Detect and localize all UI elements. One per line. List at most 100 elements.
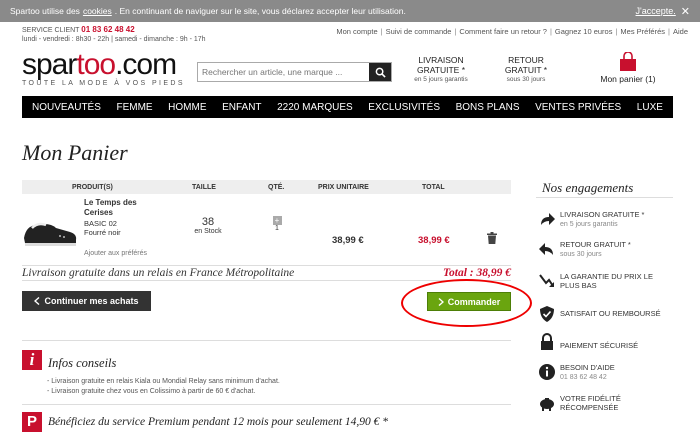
engagement-delivery[interactable]: LIVRAISON GRATUITE * en 5 jours garantis	[538, 210, 672, 229]
stock-status: en Stock	[194, 228, 222, 235]
service-phone: 01 83 62 48 42	[81, 25, 135, 34]
info-circle-icon	[539, 364, 555, 380]
search-button[interactable]	[369, 63, 391, 81]
divider	[22, 404, 511, 405]
table-row: Le Temps des Cerises BASIC 02 Fourré noi…	[22, 194, 511, 269]
engagement-delivery-sub: en 5 jours garantis	[560, 221, 618, 228]
search-input[interactable]	[198, 63, 369, 81]
line-total: 38,99 €	[418, 235, 450, 246]
cookie-text-after: . En continuant de naviguer sur le site,…	[114, 6, 406, 16]
plus-icon[interactable]: +	[272, 216, 282, 225]
add-favorites-link[interactable]: Ajouter aux préférés	[84, 250, 147, 257]
product-color: Fourré noir	[84, 228, 121, 237]
engagement-return[interactable]: RETOUR GRATUIT * sous 30 jours	[538, 240, 672, 259]
logo-part-2: too	[76, 48, 116, 81]
delivery-note: Livraison gratuite dans un relais en Fra…	[22, 267, 295, 279]
premium-title[interactable]: Bénéficiez du service Premium pendant 12…	[48, 416, 388, 428]
engagement-price-text: LA GARANTIE DU PRIX LE PLUS BAS	[560, 272, 653, 290]
service-hours: lundi - vendredi : 8h30 - 22h | samedi -…	[22, 36, 206, 43]
toplink-help[interactable]: Aide	[673, 27, 688, 36]
header-unit-price: PRIX UNITAIRE	[318, 183, 369, 191]
info-line-2: - Livraison gratuite chez vous en Coliss…	[47, 388, 256, 395]
engagement-delivery-text: LIVRAISON GRATUITE *	[560, 210, 645, 219]
promo-return[interactable]: RETOUR GRATUIT * sous 30 jours	[495, 55, 557, 85]
arrow-left-icon	[539, 243, 553, 255]
trash-icon[interactable]	[487, 232, 497, 246]
top-links: Mon compte | Suivi de commande | Comment f…	[336, 27, 688, 36]
product-reference: BASIC 02	[84, 219, 117, 228]
service-client: SERVICE CLIENT 01 83 62 48 42 lundi - ve…	[22, 25, 206, 44]
cart-button[interactable]: Mon panier (1)	[598, 51, 658, 84]
cart-label: Mon panier (1)	[600, 74, 656, 84]
divider	[536, 197, 673, 198]
product-image[interactable]	[22, 216, 78, 248]
toplink-account[interactable]: Mon compte	[336, 27, 377, 36]
toplink-tracking[interactable]: Suivi de commande	[386, 27, 452, 36]
header-qty: QTÉ.	[268, 183, 285, 191]
promo-delivery-sub: en 5 jours garantis	[414, 76, 468, 83]
search-box	[197, 62, 392, 82]
toplink-return[interactable]: Comment faire un retour ?	[459, 27, 547, 36]
product-name[interactable]: Le Temps des Cerises	[84, 198, 159, 218]
logo-part-1: spar	[22, 48, 77, 81]
toplink-earn[interactable]: Gagnez 10 euros	[555, 27, 613, 36]
trend-down-icon	[539, 274, 554, 287]
engagement-payment[interactable]: PAIEMENT SÉCURISÉ	[538, 333, 672, 351]
cookie-bar: Spartoo utilise des cookies . En continu…	[0, 0, 700, 22]
promo-return-title: RETOUR	[508, 55, 544, 65]
cookie-accept-link[interactable]: J'accepte.	[636, 6, 676, 16]
engagements-title: Nos engagements	[542, 180, 634, 195]
nav-nouveautes[interactable]: NOUVEAUTÉS	[32, 102, 101, 113]
engagement-satisfied[interactable]: SATISFAIT OU REMBOURSÉ	[538, 305, 672, 323]
logo-tagline: TOUTE LA MODE À VOS PIEDS	[22, 80, 185, 87]
engagement-return-sub: sous 30 jours	[560, 251, 602, 258]
chevron-left-icon	[34, 297, 40, 305]
main-nav: NOUVEAUTÉS FEMME HOMME ENFANT 2220 MARQU…	[22, 96, 673, 118]
engagement-loyalty[interactable]: VOTRE FIDÉLITÉ RÉCOMPENSÉE	[538, 394, 672, 412]
engagement-help[interactable]: BESOIN D'AIDE 01 83 62 48 42	[538, 363, 672, 382]
engagement-satisfied-text: SATISFAIT OU REMBOURSÉ	[560, 309, 661, 318]
nav-homme[interactable]: HOMME	[168, 102, 206, 113]
engagement-loyalty-text: VOTRE FIDÉLITÉ RÉCOMPENSÉE	[560, 394, 621, 412]
header-size: TAILLE	[192, 183, 216, 191]
infos-title: Infos conseils	[48, 356, 117, 370]
continue-shopping-button[interactable]: Continuer mes achats	[22, 291, 151, 311]
logo[interactable]: spartoo.com	[22, 48, 177, 82]
premium-icon: P	[22, 412, 42, 432]
page-title: Mon Panier	[22, 140, 128, 165]
nav-luxe[interactable]: LUXE	[637, 102, 663, 113]
info-line-1: - Livraison gratuite en relais Kiala ou …	[47, 378, 280, 385]
cookie-link[interactable]: cookies	[83, 6, 112, 16]
nav-bons-plans[interactable]: BONS PLANS	[456, 102, 520, 113]
header-products: PRODUIT(S)	[72, 183, 113, 191]
engagement-help-phone: 01 83 62 48 42	[560, 374, 607, 381]
info-icon: i	[22, 350, 42, 370]
nav-femme[interactable]: FEMME	[116, 102, 152, 113]
header-total: TOTAL	[422, 183, 445, 191]
close-icon[interactable]: ✕	[681, 5, 690, 18]
shield-check-icon	[540, 306, 554, 322]
engagement-price[interactable]: LA GARANTIE DU PRIX LE PLUS BAS	[538, 272, 672, 290]
cart-summary: Livraison gratuite dans un relais en Fra…	[22, 265, 511, 281]
engagement-help-text: BESOIN D'AIDE	[560, 363, 615, 372]
arrow-right-icon	[541, 213, 555, 225]
divider	[22, 340, 511, 341]
qty-value: 1	[275, 225, 279, 232]
promo-return-sub: sous 30 jours	[506, 76, 546, 83]
nav-ventes-privees[interactable]: VENTES PRIVÉES	[535, 102, 621, 113]
piggy-bank-icon	[540, 398, 554, 411]
product-ref: BASIC 02 Fourré noir	[84, 219, 121, 237]
size-value: 38	[201, 216, 215, 228]
cart-table: PRODUIT(S) TAILLE QTÉ. PRIX UNITAIRE TOT…	[22, 180, 511, 269]
promo-return-title2: GRATUIT *	[504, 65, 548, 75]
toplink-favorites[interactable]: Mes Préférés	[620, 27, 665, 36]
nav-enfant[interactable]: ENFANT	[222, 102, 261, 113]
nav-exclusivites[interactable]: EXCLUSIVITÉS	[368, 102, 440, 113]
nav-marques[interactable]: 2220 MARQUES	[277, 102, 353, 113]
cookie-text-before: Spartoo utilise des	[10, 6, 80, 16]
promo-delivery-title2: GRATUITE *	[416, 65, 465, 75]
promo-delivery[interactable]: LIVRAISON GRATUITE * en 5 jours garantis	[410, 55, 472, 85]
shopping-bag-icon	[620, 51, 636, 71]
service-label: SERVICE CLIENT	[22, 27, 80, 34]
logo-part-3: .com	[115, 48, 177, 81]
